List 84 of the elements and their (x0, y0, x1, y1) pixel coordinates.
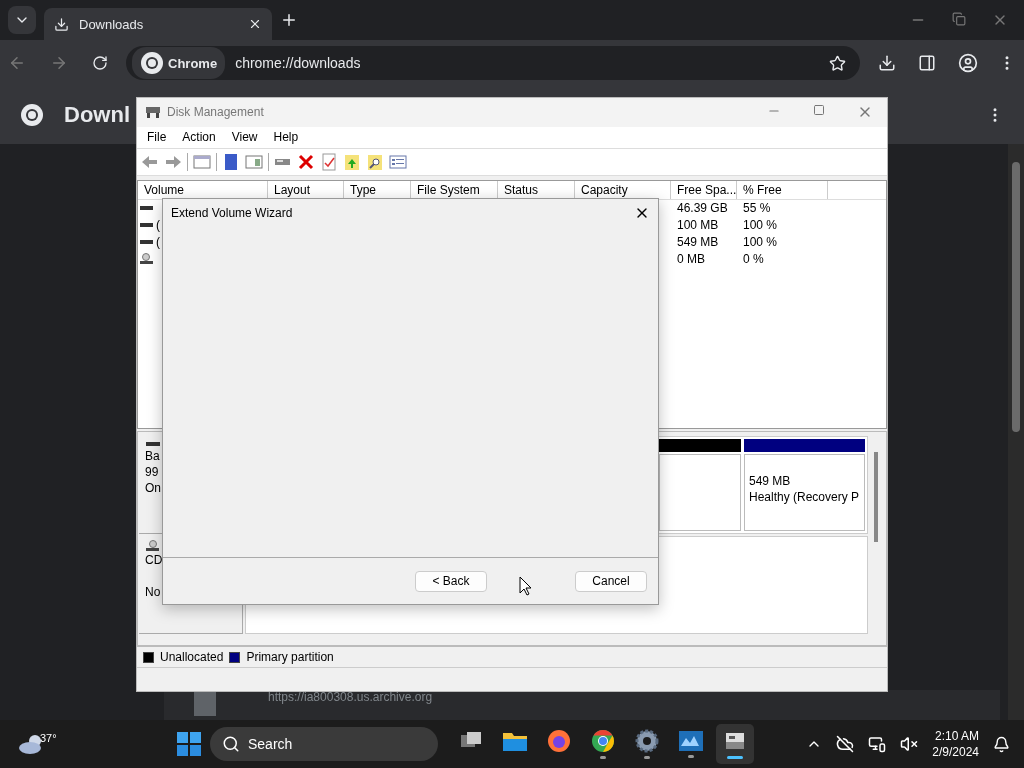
table-cell: ( (156, 218, 160, 233)
disk-info-text: 99 (145, 463, 160, 480)
dialog-button[interactable]: Cancel (575, 570, 647, 592)
partition-size: 549 MB (749, 472, 792, 489)
site-chip[interactable]: Chrome (132, 47, 226, 79)
network-icon[interactable] (868, 735, 887, 753)
side-panel-icon[interactable] (918, 54, 936, 72)
temperature: 37° (40, 732, 57, 744)
cd-drive-icon (140, 253, 154, 266)
bookmark-star-icon[interactable] (829, 54, 846, 72)
gear-icon (635, 729, 659, 753)
notification-icon[interactable] (993, 735, 1010, 753)
disk-info-text: No (145, 583, 162, 600)
table-cell: 55 % (743, 201, 771, 216)
menu-item[interactable]: Help (267, 130, 305, 145)
page-title: Downl (64, 102, 130, 128)
drive-icon (140, 222, 154, 229)
url-text: chrome://downloads (235, 55, 362, 71)
fox-globe-icon (547, 729, 571, 753)
dialog-title: Extend Volume Wizard (171, 206, 293, 220)
disk-info-text: Ba (145, 447, 161, 464)
legend-label: Unallocated (160, 650, 224, 665)
cd-drive-icon (145, 539, 161, 552)
drive-icon (145, 105, 161, 120)
profile-icon[interactable] (958, 53, 978, 73)
partition-status: Healthy (Recovery P (749, 488, 860, 505)
mouse-cursor-icon (519, 576, 533, 596)
dialog-button[interactable]: < Back (415, 570, 487, 592)
menu-item[interactable]: Action (176, 130, 222, 145)
maximize-icon[interactable] (813, 104, 825, 117)
close-icon[interactable] (248, 17, 262, 31)
help-book-icon[interactable] (222, 152, 240, 171)
forward-icon[interactable] (50, 54, 68, 72)
download-url[interactable]: https://ia800308.us.archive.org (268, 690, 433, 704)
browser-tab[interactable]: Downloads (44, 8, 272, 40)
partition-block[interactable] (659, 438, 741, 531)
search-icon (222, 735, 240, 753)
table-cell: 100 % (743, 235, 778, 250)
table-cell: ( (156, 235, 160, 250)
scrollbar[interactable] (1008, 144, 1024, 720)
column-header[interactable]: % Free (737, 180, 828, 199)
drive-icon (140, 239, 154, 246)
drive-icon (145, 439, 161, 448)
chart-window-icon (678, 730, 704, 752)
drive-icon (140, 205, 154, 212)
search-field[interactable]: Search (210, 727, 438, 761)
tab-title: Downloads (79, 16, 145, 32)
menu-item[interactable]: View (225, 130, 264, 145)
browser-logo-icon (20, 103, 44, 127)
address-bar[interactable]: Chrome chrome://downloads (126, 46, 860, 80)
table-cell: 0 MB (677, 252, 705, 267)
tab-search-button[interactable] (8, 6, 36, 34)
taskbar-app[interactable] (716, 724, 754, 764)
menu-item[interactable]: File (141, 130, 173, 145)
file-icon (194, 690, 216, 716)
cloud-off-icon[interactable] (836, 735, 855, 753)
disk-info-text: CD (145, 551, 164, 568)
properties-icon[interactable] (389, 152, 407, 171)
browser-logo-icon (591, 729, 615, 753)
clock[interactable]: 2:10 AM 2/9/2024 (932, 728, 979, 760)
folder-search-icon[interactable] (366, 152, 384, 171)
delete-icon[interactable] (297, 152, 315, 171)
column-header[interactable]: Free Spa... (671, 180, 737, 199)
new-tab-icon[interactable] (280, 11, 298, 29)
legend-label: Primary partition (246, 650, 334, 665)
volume-muted-icon[interactable] (900, 735, 919, 753)
disk-info-text: On (145, 479, 162, 496)
table-cell: 0 % (743, 252, 764, 267)
restore-icon[interactable] (952, 12, 966, 26)
window-title: Disk Management (167, 105, 265, 120)
table-cell: 100 MB (677, 218, 719, 233)
scrollbar[interactable] (874, 451, 878, 542)
download-icon[interactable] (878, 54, 896, 72)
table-cell: 46.39 GB (677, 201, 728, 216)
start-icon[interactable] (176, 731, 202, 757)
back-icon[interactable] (8, 54, 26, 72)
browser-logo-icon (140, 51, 164, 75)
checklist-icon[interactable] (320, 152, 338, 171)
table-cell: 100 % (743, 218, 778, 233)
reload-icon[interactable] (92, 55, 108, 71)
panel-view-icon[interactable] (245, 152, 263, 171)
folder-up-icon[interactable] (343, 152, 361, 171)
download-icon (54, 16, 69, 32)
table-cell: 549 MB (677, 235, 719, 250)
